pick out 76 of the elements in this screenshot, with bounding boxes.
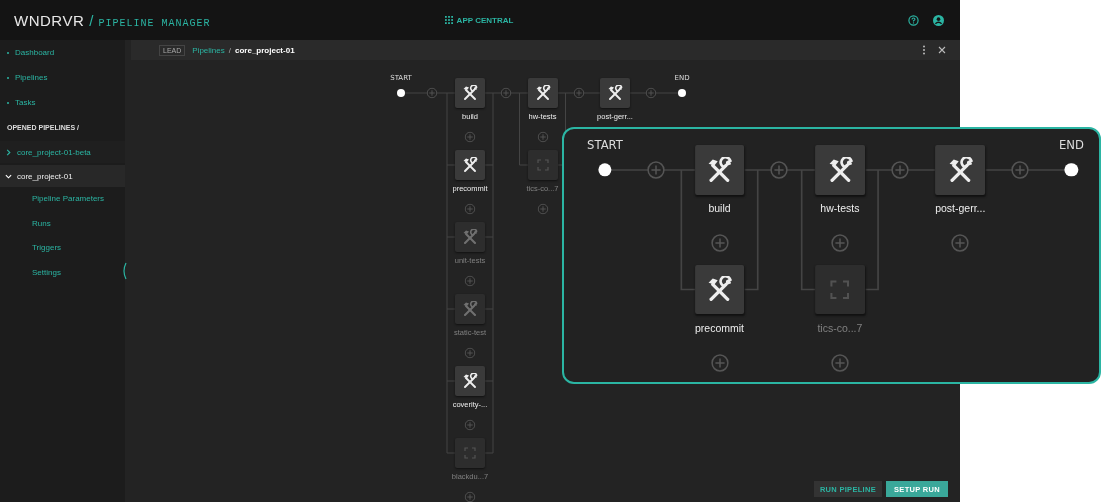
chevron-right-icon	[5, 148, 12, 156]
hammer-wrench-icon	[462, 373, 478, 389]
add-stage-icon[interactable]	[830, 353, 849, 372]
nav-link[interactable]: Tasks	[0, 90, 125, 115]
add-stage-icon[interactable]	[710, 353, 729, 372]
stage-label: hw-tests	[820, 202, 860, 215]
end-node	[1064, 163, 1079, 177]
task-stage-card[interactable]	[935, 145, 986, 195]
stage-label: build	[708, 202, 731, 215]
corner-brackets-icon	[828, 277, 852, 302]
pipeline-subitem[interactable]: Triggers	[0, 236, 125, 261]
corner-brackets-icon	[535, 158, 550, 172]
logo: WNDRVR	[14, 11, 85, 29]
task-stage-card[interactable]	[455, 78, 485, 108]
start-node	[397, 89, 405, 97]
nav-link[interactable]: Dashboard	[0, 40, 125, 65]
title-separator: /	[89, 11, 94, 29]
more-icon[interactable]	[922, 45, 926, 55]
end-node	[678, 89, 686, 97]
task-stage-card[interactable]	[694, 264, 745, 315]
grid-icon	[444, 16, 453, 24]
add-stage-icon[interactable]	[537, 203, 548, 215]
add-stage-icon[interactable]	[830, 233, 849, 253]
stage-label: post-gerr...	[935, 202, 986, 215]
app-central-link[interactable]: APP CENTRAL	[327, 15, 631, 25]
task-stage-card[interactable]	[694, 145, 745, 195]
add-stage-icon[interactable]	[500, 87, 512, 99]
add-stage-icon[interactable]	[951, 233, 970, 253]
hammer-wrench-icon	[706, 156, 733, 184]
add-stage-icon[interactable]	[890, 160, 909, 180]
task-stage-card[interactable]	[815, 145, 865, 195]
end-label: END	[1058, 138, 1084, 153]
add-stage-icon[interactable]	[710, 233, 729, 253]
add-stage-icon[interactable]	[426, 87, 438, 99]
start-node	[598, 163, 612, 177]
add-stage-icon[interactable]	[1010, 160, 1030, 180]
help-icon[interactable]	[908, 14, 919, 26]
hammer-wrench-icon	[462, 157, 478, 173]
pipeline-subitem[interactable]: Runs	[0, 211, 125, 236]
app-title: PIPELINE MANAGER	[98, 17, 211, 29]
task-stage-card[interactable]	[600, 78, 630, 108]
collapse-handle-icon[interactable]	[121, 262, 127, 280]
pipeline-subitem[interactable]: Settings	[0, 260, 125, 285]
chevron-down-icon	[5, 172, 12, 180]
start-label: START	[587, 138, 623, 153]
stage-label: tics-co...7	[817, 321, 863, 334]
hammer-wrench-icon	[534, 85, 551, 101]
hammer-wrench-icon	[462, 85, 478, 101]
close-icon[interactable]	[938, 46, 946, 54]
hammer-wrench-icon	[462, 229, 478, 245]
breadcrumb-separator: /	[228, 45, 231, 55]
task-stage-card[interactable]	[455, 366, 485, 396]
add-stage-icon[interactable]	[464, 131, 476, 143]
breadcrumb-link[interactable]: Pipelines	[192, 45, 225, 55]
add-stage-icon[interactable]	[464, 275, 476, 287]
hammer-wrench-icon	[607, 85, 623, 101]
hammer-wrench-icon	[706, 276, 733, 303]
add-stage-icon[interactable]	[647, 160, 666, 180]
add-stage-icon[interactable]	[464, 347, 476, 359]
task-stage-card[interactable]	[455, 150, 485, 180]
corner-brackets-icon	[463, 446, 477, 460]
nav-link[interactable]: Pipelines	[0, 65, 125, 90]
hammer-wrench-icon	[462, 301, 478, 317]
task-stage-card[interactable]	[527, 78, 558, 108]
pipeline-item[interactable]: core_project-01	[0, 165, 125, 187]
add-stage-icon[interactable]	[645, 87, 657, 99]
add-stage-icon[interactable]	[573, 87, 584, 99]
stage-label: precommit	[695, 321, 745, 334]
account-icon[interactable]	[933, 14, 944, 26]
add-stage-icon[interactable]	[464, 491, 476, 502]
add-stage-icon[interactable]	[464, 419, 476, 431]
pipeline-subitem[interactable]: Pipeline Parameters	[0, 187, 125, 212]
add-stage-icon[interactable]	[537, 131, 548, 143]
add-stage-icon[interactable]	[770, 160, 789, 180]
breadcrumb-current: core_project-01	[235, 45, 295, 55]
add-stage-icon[interactable]	[464, 203, 476, 215]
